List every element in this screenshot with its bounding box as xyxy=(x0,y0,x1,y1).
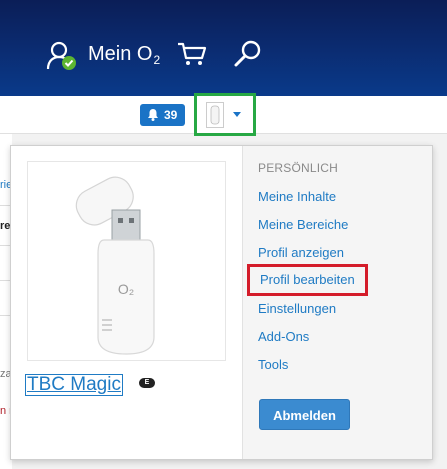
menu-heading: PERSÖNLICH xyxy=(258,161,339,175)
menu-item-add-ons[interactable]: Add-Ons xyxy=(258,329,309,344)
menu-item-meine-inhalte[interactable]: Meine Inhalte xyxy=(258,189,336,204)
avatar xyxy=(206,102,224,128)
status-badge: E xyxy=(139,378,155,388)
mein-o2-link[interactable]: Mein O2 xyxy=(88,42,160,72)
notification-count: 39 xyxy=(164,108,178,122)
chevron-down-icon xyxy=(233,112,241,117)
menu-item-tools[interactable]: Tools xyxy=(258,357,288,372)
profile-dropdown-menu: O₂ TBC Magic E PERSÖNLICH Meine Inhalte … xyxy=(10,145,433,460)
product-brand-label: O₂ xyxy=(118,281,134,297)
notifications-button[interactable]: 39 xyxy=(140,104,185,126)
personal-menu: PERSÖNLICH Meine Inhalte Meine Bereiche … xyxy=(242,146,432,459)
menu-item-profil-bearbeiten[interactable]: Profil bearbeiten xyxy=(247,264,368,296)
logout-button[interactable]: Abmelden xyxy=(259,399,350,430)
menu-item-einstellungen[interactable]: Einstellungen xyxy=(258,301,336,316)
shopping-cart-icon[interactable] xyxy=(176,38,208,70)
menu-item-profil-anzeigen[interactable]: Profil anzeigen xyxy=(258,245,344,260)
user-account-icon[interactable] xyxy=(46,40,78,72)
profile-menu-toggle[interactable] xyxy=(194,93,256,136)
menu-item-meine-bereiche[interactable]: Meine Bereiche xyxy=(258,217,348,232)
bell-icon xyxy=(148,109,158,121)
product-image[interactable]: O₂ xyxy=(27,161,226,361)
search-icon[interactable] xyxy=(232,38,264,70)
product-name-link[interactable]: TBC Magic xyxy=(25,374,123,396)
top-navigation-bar: Mein O2 xyxy=(0,0,447,96)
profile-card: O₂ TBC Magic E xyxy=(11,146,242,459)
